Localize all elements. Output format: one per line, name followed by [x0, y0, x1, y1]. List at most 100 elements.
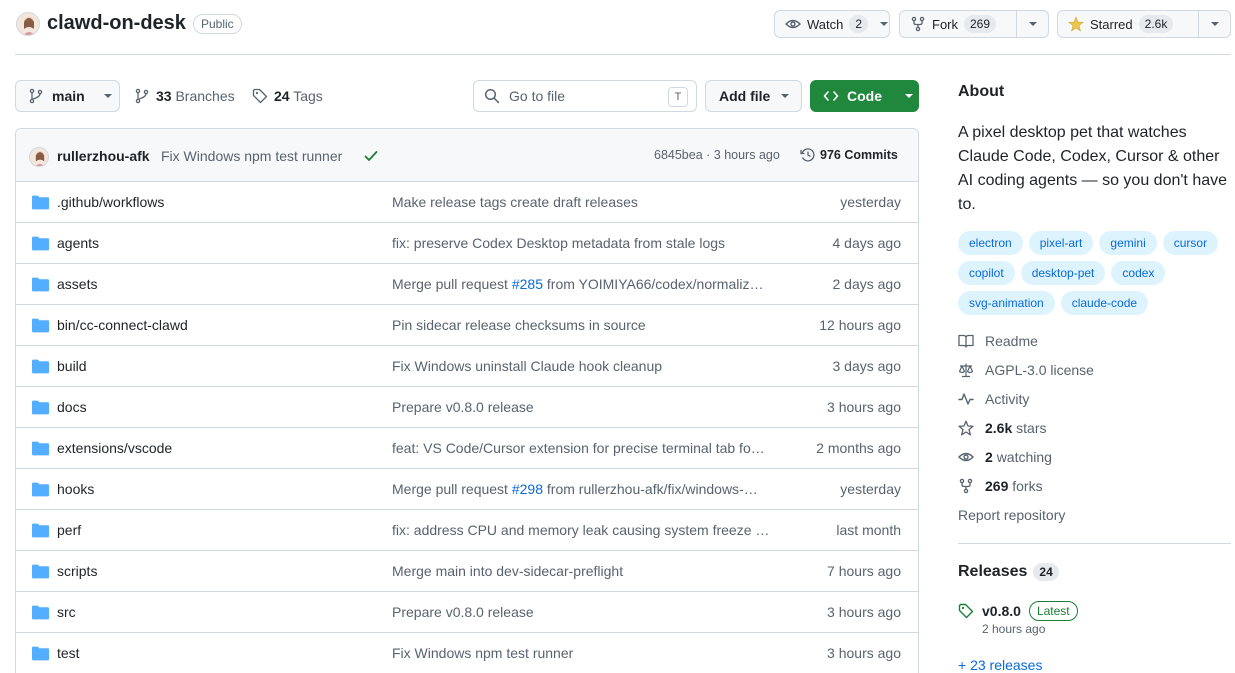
file-name[interactable]: bin/cc-connect-clawd — [57, 317, 188, 333]
file-commit-message[interactable]: Prepare v0.8.0 release — [392, 604, 782, 620]
file-commit-message[interactable]: Merge main into dev-sidecar-preflight — [392, 563, 782, 579]
watching-count: 2 — [985, 449, 993, 465]
pull-request-link[interactable]: #285 — [512, 276, 543, 292]
file-name[interactable]: docs — [57, 399, 87, 415]
star-dropdown[interactable] — [1198, 11, 1230, 37]
forks-count: 269 — [985, 478, 1009, 494]
file-commit-message[interactable]: fix: preserve Codex Desktop metadata fro… — [392, 235, 782, 251]
eye-icon — [958, 452, 974, 462]
commit-author[interactable]: rullerzhou-afk — [57, 148, 150, 164]
tag-icon — [252, 88, 268, 104]
topic-tag[interactable]: electron — [958, 231, 1023, 255]
file-commit-message[interactable]: feat: VS Code/Cursor extension for preci… — [392, 440, 782, 456]
pull-request-link[interactable]: #298 — [512, 481, 543, 497]
file-row[interactable]: perf fix: address CPU and memory leak cau… — [16, 510, 918, 551]
file-name[interactable]: hooks — [57, 481, 94, 497]
topic-tag[interactable]: claude-code — [1060, 291, 1149, 315]
file-name[interactable]: .github/workflows — [57, 194, 164, 210]
topic-tag[interactable]: codex — [1111, 261, 1166, 285]
forks-label: forks — [1012, 478, 1043, 494]
file-commit-message[interactable]: Prepare v0.8.0 release — [392, 399, 782, 415]
chevron-down-icon — [1210, 22, 1219, 26]
file-row[interactable]: build Fix Windows uninstall Claude hook c… — [16, 346, 918, 387]
check-icon[interactable] — [363, 148, 379, 164]
file-row[interactable]: .github/workflows Make release tags creat… — [16, 182, 918, 223]
eye-icon — [785, 19, 801, 29]
fork-dropdown[interactable] — [1016, 11, 1048, 37]
topic-tag[interactable]: cursor — [1162, 231, 1219, 255]
activity-link[interactable]: Activity — [958, 391, 1029, 407]
go-to-file-input[interactable]: Go to file T — [473, 80, 697, 112]
topic-tag[interactable]: desktop-pet — [1020, 261, 1106, 285]
star-button[interactable]: Starred 2.6k — [1057, 10, 1231, 38]
fork-main[interactable]: Fork 269 — [900, 11, 1016, 37]
file-commit-message[interactable]: Fix Windows uninstall Claude hook cleanu… — [392, 358, 782, 374]
file-commit-message[interactable]: Make release tags create draft releases — [392, 194, 782, 210]
releases-heading[interactable]: Releases 24 — [958, 563, 1059, 581]
code-label: Code — [847, 88, 882, 104]
file-row[interactable]: agents fix: preserve Codex Desktop metada… — [16, 223, 918, 264]
file-commit-time: yesterday — [840, 194, 901, 210]
owner-avatar[interactable] — [16, 12, 40, 36]
file-commit-time: last month — [836, 522, 901, 538]
commit-message[interactable]: Fix Windows npm test runner — [161, 148, 342, 164]
file-commit-message[interactable]: Merge pull request #298 from rullerzhou-… — [392, 481, 782, 497]
tags-link[interactable]: 24 Tags — [252, 88, 323, 104]
file-commit-message[interactable]: fix: address CPU and memory leak causing… — [392, 522, 782, 538]
file-name[interactable]: build — [57, 358, 87, 374]
stars-label: stars — [1016, 420, 1047, 436]
file-name[interactable]: assets — [57, 276, 97, 292]
commit-message-text: from rullerzhou-afk/fix/windows-… — [543, 481, 758, 497]
readme-link[interactable]: Readme — [958, 333, 1038, 349]
file-name[interactable]: src — [57, 604, 76, 620]
topic-tag[interactable]: pixel-art — [1028, 231, 1094, 255]
topic-tag[interactable]: copilot — [958, 261, 1015, 285]
release-version: v0.8.0 — [982, 603, 1021, 619]
branches-link[interactable]: 33 Branches — [134, 88, 235, 104]
star-main[interactable]: Starred 2.6k — [1058, 11, 1198, 37]
file-row[interactable]: docs Prepare v0.8.0 release 3 hours ago — [16, 387, 918, 428]
forks-link[interactable]: 269 forks — [958, 478, 1043, 494]
file-row[interactable]: hooks Merge pull request #298 from ruller… — [16, 469, 918, 510]
fork-button[interactable]: Fork 269 — [899, 10, 1049, 38]
topic-tag[interactable]: svg-animation — [958, 291, 1055, 315]
file-commit-message[interactable]: Merge pull request #285 from YOIMIYA66/c… — [392, 276, 782, 292]
readme-label: Readme — [985, 333, 1038, 349]
stars-count: 2.6k — [985, 420, 1013, 436]
file-commit-message[interactable]: Fix Windows npm test runner — [392, 645, 782, 661]
file-name[interactable]: test — [57, 645, 80, 661]
watch-dropdown[interactable] — [878, 11, 889, 37]
repo-name[interactable]: clawd-on-desk — [47, 12, 186, 35]
file-name[interactable]: perf — [57, 522, 81, 538]
add-file-button[interactable]: Add file — [705, 80, 802, 112]
star-filled-icon — [1068, 16, 1084, 32]
book-icon — [958, 334, 974, 348]
file-row[interactable]: assets Merge pull request #285 from YOIMI… — [16, 264, 918, 305]
file-row[interactable]: extensions/vscode feat: VS Code/Cursor ex… — [16, 428, 918, 469]
file-name[interactable]: extensions/vscode — [57, 440, 172, 456]
file-commit-message[interactable]: Pin sidecar release checksums in source — [392, 317, 782, 333]
more-releases-link[interactable]: + 23 releases — [958, 657, 1042, 673]
topic-tag[interactable]: gemini — [1099, 231, 1157, 255]
code-icon — [823, 91, 839, 101]
report-repository-link[interactable]: Report repository — [958, 507, 1065, 523]
commit-author-avatar[interactable] — [29, 147, 49, 167]
file-name[interactable]: agents — [57, 235, 99, 251]
watching-link[interactable]: 2 watching — [958, 449, 1052, 465]
watch-main[interactable]: Watch 2 — [775, 11, 878, 37]
file-row[interactable]: scripts Merge main into dev-sidecar-prefl… — [16, 551, 918, 592]
file-row[interactable]: src Prepare v0.8.0 release 3 hours ago — [16, 592, 918, 633]
file-name[interactable]: scripts — [57, 563, 97, 579]
file-commit-time: 4 days ago — [832, 235, 902, 251]
branch-selector[interactable]: main — [15, 80, 120, 112]
code-button[interactable]: Code — [810, 80, 919, 112]
license-link[interactable]: AGPL-3.0 license — [958, 362, 1094, 378]
commit-sha-time[interactable]: 6845bea · 3 hours ago — [654, 148, 780, 162]
file-row[interactable]: test Fix Windows npm test runner 3 hours a… — [16, 633, 918, 673]
commits-link[interactable]: 976 Commits — [800, 147, 898, 163]
file-row[interactable]: bin/cc-connect-clawd Pin sidecar release … — [16, 305, 918, 346]
stars-link[interactable]: 2.6k stars — [958, 420, 1046, 436]
watch-button[interactable]: Watch 2 — [774, 10, 890, 38]
latest-release[interactable]: v0.8.0 Latest — [958, 601, 1078, 621]
file-commit-time: 2 months ago — [816, 440, 901, 456]
